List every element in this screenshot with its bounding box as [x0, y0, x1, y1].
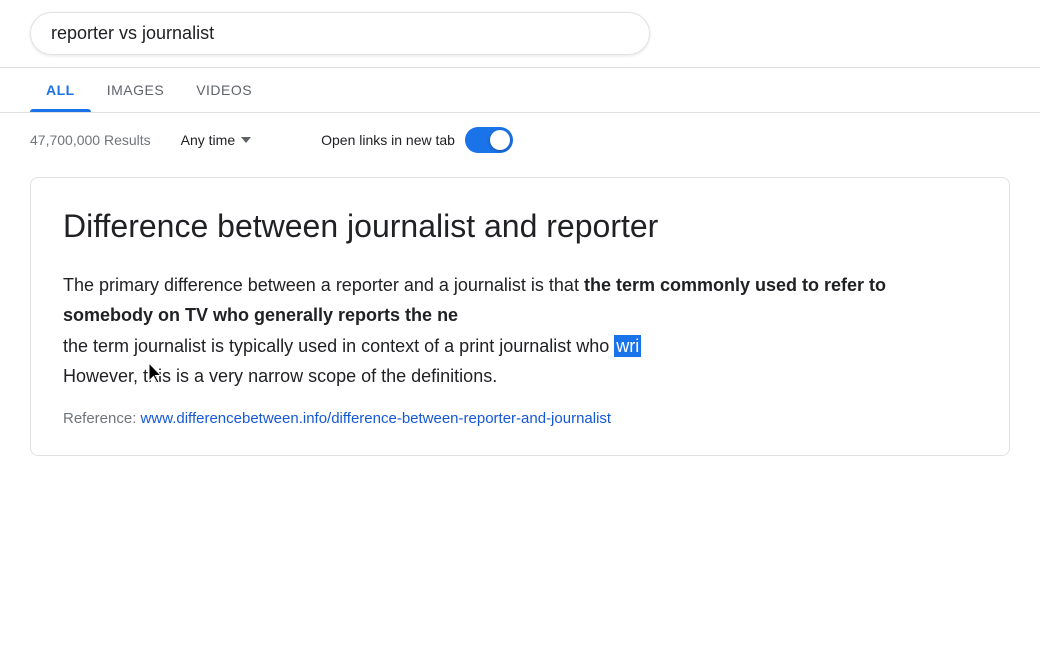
result-body: The primary difference between a reporte… — [63, 270, 977, 392]
result-paragraph-3: However, this is a very narrow scope of … — [63, 361, 977, 392]
reference-label: Reference: — [63, 410, 136, 427]
result-paragraph-1: The primary difference between a reporte… — [63, 270, 977, 331]
result-title: Difference between journalist and report… — [63, 206, 977, 248]
body-text-3: the term journalist is typically used in… — [63, 336, 614, 356]
search-query-text: reporter vs journalist — [51, 23, 214, 44]
reference-url[interactable]: www.differencebetween.info/difference-be… — [141, 410, 612, 427]
highlight-link[interactable]: wri — [614, 335, 641, 357]
tab-videos[interactable]: VIDEOS — [180, 68, 268, 112]
tab-images[interactable]: IMAGES — [91, 68, 180, 112]
toggle-thumb — [490, 130, 510, 150]
result-card: Difference between journalist and report… — [30, 177, 1010, 456]
tabs-container: ALL IMAGES VIDEOS — [0, 68, 1040, 113]
any-time-filter[interactable]: Any time — [181, 132, 251, 148]
open-links-container: Open links in new tab — [321, 127, 513, 153]
results-bar: 47,700,000 Results Any time Open links i… — [0, 113, 1040, 167]
any-time-label: Any time — [181, 132, 235, 148]
body-text-1: The primary difference between a reporte… — [63, 275, 584, 295]
reference-line: Reference: www.differencebetween.info/di… — [63, 410, 977, 427]
body-bold-text: the term — [584, 275, 655, 295]
result-paragraph-2: the term journalist is typically used in… — [63, 331, 977, 362]
open-links-toggle[interactable] — [465, 127, 513, 153]
search-bar-area: reporter vs journalist — [0, 0, 1040, 68]
toggle-track — [465, 127, 513, 153]
tab-all[interactable]: ALL — [30, 68, 91, 112]
open-links-label: Open links in new tab — [321, 132, 455, 148]
dropdown-arrow-icon — [241, 137, 251, 143]
search-input[interactable]: reporter vs journalist — [30, 12, 650, 55]
results-count: 47,700,000 Results — [30, 132, 151, 148]
